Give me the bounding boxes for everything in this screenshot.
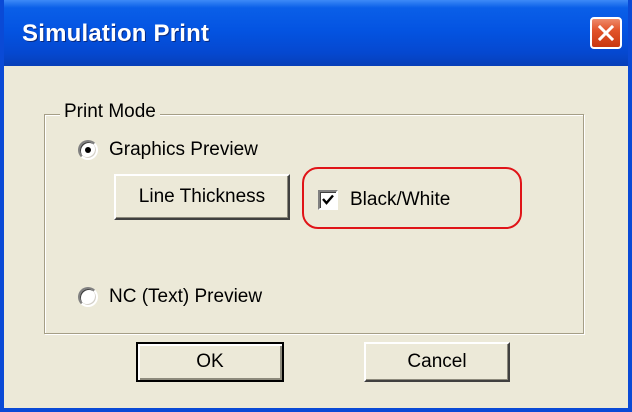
dialog-title: Simulation Print: [22, 20, 210, 47]
graphics-preview-label[interactable]: Graphics Preview: [109, 139, 258, 161]
annotation-highlight: [302, 167, 522, 229]
nc-preview-radio[interactable]: [78, 287, 98, 307]
cancel-button[interactable]: Cancel: [364, 342, 510, 382]
print-mode-legend: Print Mode: [60, 101, 160, 123]
ok-button[interactable]: OK: [136, 342, 284, 382]
close-icon: [597, 24, 615, 42]
graphics-preview-radio[interactable]: [78, 140, 98, 160]
close-button[interactable]: [590, 17, 622, 49]
nc-preview-label[interactable]: NC (Text) Preview: [109, 286, 262, 308]
radio-selected-dot: [85, 147, 91, 153]
title-bar[interactable]: Simulation Print: [4, 0, 628, 66]
line-thickness-button[interactable]: Line Thickness: [114, 174, 290, 220]
